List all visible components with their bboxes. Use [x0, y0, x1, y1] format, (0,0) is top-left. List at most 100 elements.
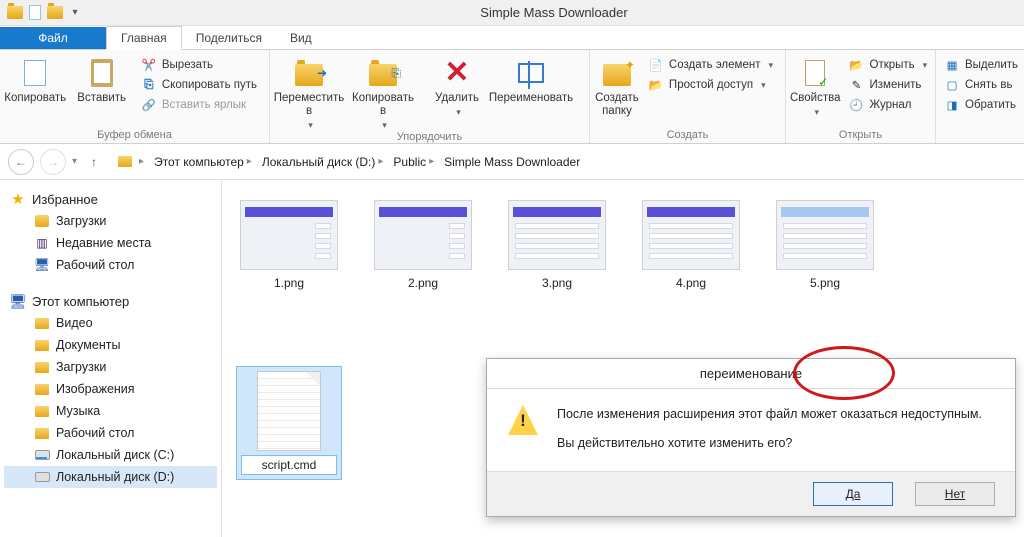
file-item[interactable]: 5.png: [772, 196, 878, 296]
open-label: Открыть: [870, 59, 915, 71]
folder-icon: [117, 154, 133, 170]
desktop-label: Рабочий стол: [56, 258, 134, 272]
tree-desktop[interactable]: 🖥Рабочий стол: [4, 254, 217, 276]
tree-desktop-pc[interactable]: Рабочий стол: [4, 422, 217, 444]
ribbon: Копировать Вставить ✂️Вырезать ⎘Скопиров…: [0, 50, 1024, 144]
images-label: Изображения: [56, 382, 135, 396]
crumb-root[interactable]: ▸: [135, 156, 148, 167]
edit-button[interactable]: ✎Изменить: [847, 76, 930, 94]
pc-icon: 🖥: [10, 293, 26, 309]
scissors-icon: ✂️: [141, 57, 157, 73]
desktop-pc-label: Рабочий стол: [56, 426, 134, 440]
file-item[interactable]: 4.png: [638, 196, 744, 296]
forward-button[interactable]: →: [40, 149, 66, 175]
ribbon-group-organize: ➜ Переместить в ⎘ Копировать в ✕ Удалить…: [270, 50, 590, 143]
paste-shortcut-button[interactable]: 🔗Вставить ярлык: [139, 96, 259, 114]
tree-favorites[interactable]: ★Избранное: [4, 188, 217, 210]
video-label: Видео: [56, 316, 93, 330]
history-dropdown[interactable]: ▾: [72, 156, 77, 167]
move-to-button[interactable]: ➜ Переместить в: [274, 52, 344, 131]
file-item[interactable]: 2.png: [370, 196, 476, 296]
rename-button[interactable]: Переименовать: [496, 52, 566, 105]
new-group-label: Создать: [594, 129, 781, 143]
file-item[interactable]: 3.png: [504, 196, 610, 296]
tree-downloads-pc[interactable]: Загрузки: [4, 356, 217, 378]
downloads-label: Загрузки: [56, 214, 106, 228]
tab-file[interactable]: Файл: [0, 27, 106, 49]
clipboard-group-label: Буфер обмена: [4, 129, 265, 143]
easy-access-button[interactable]: 📂Простой доступ: [646, 76, 775, 94]
file-thumbnail: [257, 371, 321, 451]
history-button[interactable]: 🕘Журнал: [847, 96, 930, 114]
file-name-editing[interactable]: script.cmd: [241, 455, 337, 475]
folder-icon[interactable]: [6, 4, 24, 22]
new-item-button[interactable]: 📄Создать элемент: [646, 56, 775, 74]
nav-tree[interactable]: ★Избранное Загрузки ▥Недавние места 🖥Раб…: [0, 180, 222, 537]
crumb-pc[interactable]: Этот компьютер▸: [150, 155, 256, 169]
new-file-icon[interactable]: [26, 4, 44, 22]
file-name: 4.png: [672, 274, 710, 292]
copy-to-button[interactable]: ⎘ Копировать в: [348, 52, 418, 131]
open-button[interactable]: 📂 Открыть: [847, 56, 930, 74]
window-title: Simple Mass Downloader: [84, 5, 1024, 20]
invert-selection-button[interactable]: ◨ Обратить: [942, 96, 1020, 114]
select-all-button[interactable]: ▦ Выделить: [942, 56, 1020, 74]
delete-button[interactable]: ✕ Удалить: [422, 52, 492, 118]
new-folder-button[interactable]: Создать папку: [594, 52, 640, 118]
tree-documents[interactable]: Документы: [4, 334, 217, 356]
file-item[interactable]: 1.png: [236, 196, 342, 296]
delete-icon: ✕: [440, 56, 474, 90]
tree-this-pc[interactable]: 🖥Этот компьютер: [4, 290, 217, 312]
yes-button[interactable]: Да: [813, 482, 893, 506]
address-bar[interactable]: ▸ Этот компьютер▸ Локальный диск (D:)▸ P…: [111, 150, 1016, 174]
crumb-folder[interactable]: Simple Mass Downloader: [440, 155, 584, 169]
invert-label: Обратить: [965, 99, 1016, 111]
select-none-button[interactable]: ▢Снять вь: [942, 76, 1020, 94]
delete-label: Удалить: [435, 92, 479, 105]
properties-button[interactable]: Свойства: [790, 52, 841, 118]
tree-recent[interactable]: ▥Недавние места: [4, 232, 217, 254]
open-icon: 📂: [849, 57, 865, 73]
no-button[interactable]: Нет: [915, 482, 995, 506]
recent-icon: ▥: [34, 235, 50, 251]
copy-path-button[interactable]: ⎘Скопировать путь: [139, 76, 259, 94]
copy-button[interactable]: Копировать: [4, 52, 66, 105]
tree-music[interactable]: Музыка: [4, 400, 217, 422]
file-name: 2.png: [404, 274, 442, 292]
crumb-disk[interactable]: Локальный диск (D:)▸: [258, 155, 388, 169]
tree-images[interactable]: Изображения: [4, 378, 217, 400]
tree-disk-c[interactable]: Локальный диск (C:): [4, 444, 217, 466]
paste-shortcut-label: Вставить ярлык: [162, 99, 246, 111]
crumb-public[interactable]: Public▸: [389, 155, 438, 169]
tab-view[interactable]: Вид: [276, 27, 326, 49]
select-all-label: Выделить: [965, 59, 1018, 71]
disk-icon: [34, 469, 50, 485]
tab-home[interactable]: Главная: [106, 26, 182, 50]
dialog-line2: Вы действительно хотите изменить его?: [557, 434, 999, 453]
folder-icon[interactable]: [46, 4, 64, 22]
cut-button[interactable]: ✂️Вырезать: [139, 56, 259, 74]
organize-group-label: Упорядочить: [274, 131, 585, 145]
tree-disk-d[interactable]: Локальный диск (D:): [4, 466, 217, 488]
folder-icon: [34, 337, 50, 353]
paste-button[interactable]: Вставить: [70, 52, 132, 105]
easy-access-icon: 📂: [648, 77, 664, 93]
history-label: Журнал: [870, 99, 912, 111]
ribbon-group-open: Свойства 📂 Открыть ✎Изменить 🕘Журнал Откр…: [786, 50, 936, 143]
qat-dropdown-icon[interactable]: ▾: [66, 4, 84, 22]
up-button[interactable]: ↑: [83, 151, 105, 173]
music-label: Музыка: [56, 404, 100, 418]
tree-video[interactable]: Видео: [4, 312, 217, 334]
file-thumbnail: [240, 200, 338, 270]
tree-downloads[interactable]: Загрузки: [4, 210, 217, 232]
back-button[interactable]: ←: [8, 149, 34, 175]
file-item-selected[interactable]: script.cmd: [236, 366, 342, 480]
select-all-icon: ▦: [944, 57, 960, 73]
clipboard-icon: [85, 56, 119, 90]
folder-icon: [34, 403, 50, 419]
tab-share[interactable]: Поделиться: [182, 27, 276, 49]
title-bar: ▾ Simple Mass Downloader: [0, 0, 1024, 26]
file-thumbnail: [508, 200, 606, 270]
file-name: 3.png: [538, 274, 576, 292]
invert-selection-icon: ◨: [944, 97, 960, 113]
